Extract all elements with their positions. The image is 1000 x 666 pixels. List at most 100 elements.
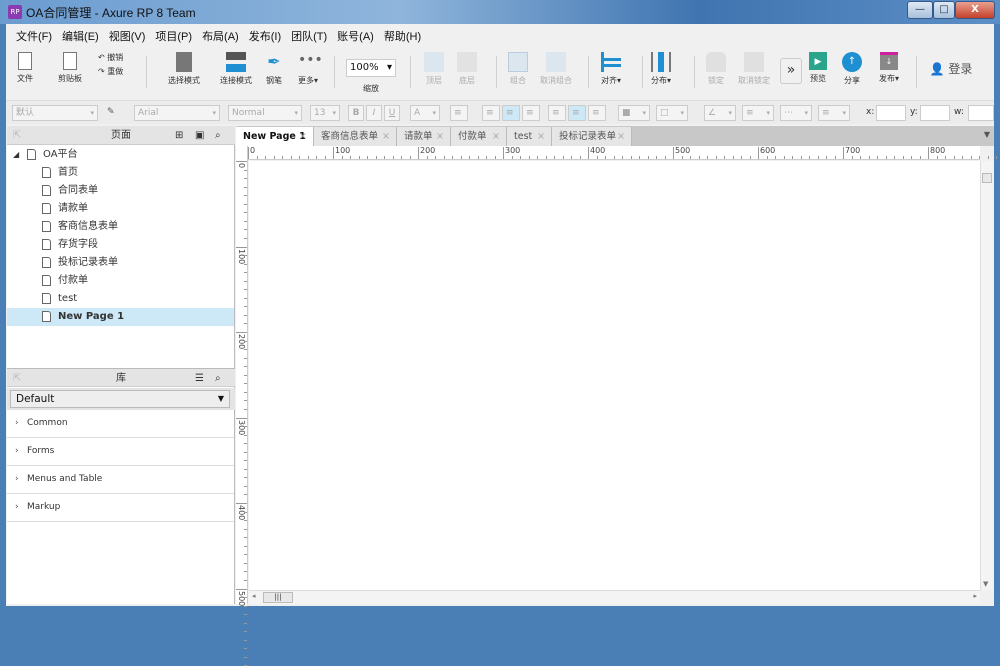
menu-arrange[interactable]: 布局(A) <box>197 25 244 45</box>
zoom-value[interactable]: 100% <box>350 62 379 73</box>
page-item[interactable]: 投标记录表单 <box>7 254 234 272</box>
menu-project[interactable]: 项目(P) <box>150 25 197 45</box>
align-center-button[interactable]: ≡ <box>502 105 520 121</box>
unlock-button[interactable]: 取消锁定 <box>734 46 774 96</box>
scroll-thumb[interactable] <box>982 173 992 183</box>
line-style-button[interactable]: ⋯ ▾ <box>780 105 812 121</box>
share-button[interactable]: ↑ 分享 <box>840 46 864 96</box>
group-button[interactable]: 组合 <box>504 46 532 96</box>
horizontal-scrollbar[interactable]: ◂ ||| ▸ <box>249 590 980 604</box>
redo-button[interactable]: ↷ 重做 <box>98 66 134 80</box>
more-button[interactable]: ••• 更多▾ <box>294 46 323 96</box>
scroll-down-icon[interactable]: ▼ <box>983 580 988 588</box>
page-item[interactable]: 付款单 <box>7 272 234 290</box>
expand-triangle-icon[interactable]: ◢ <box>13 146 19 164</box>
close-tab-icon[interactable]: × <box>299 127 307 146</box>
align-right-button[interactable]: ≡ <box>522 105 540 121</box>
line-color-button[interactable]: ∠ ▾ <box>704 105 736 121</box>
library-select[interactable]: Default ▼ <box>10 390 230 408</box>
align-left-button[interactable]: ≡ <box>482 105 500 121</box>
menu-team[interactable]: 团队(T) <box>286 25 332 45</box>
underline-button[interactable]: U <box>384 105 400 121</box>
font-size-select[interactable]: 13 ▾ <box>310 105 340 121</box>
vertical-scrollbar[interactable]: ▼ <box>980 161 993 590</box>
scroll-thumb[interactable]: ||| <box>263 592 293 603</box>
preview-button[interactable]: ▶ 预览 <box>806 46 830 96</box>
tab[interactable]: 投标记录表单 × <box>552 127 632 146</box>
tab[interactable]: test × <box>507 127 552 146</box>
tab[interactable]: New Page 1 × <box>236 127 314 146</box>
clipboard-button[interactable]: 剪贴板 <box>52 46 88 96</box>
x-input[interactable] <box>876 105 906 121</box>
design-canvas[interactable] <box>249 161 980 590</box>
page-item[interactable]: test <box>7 290 234 308</box>
close-tab-icon[interactable]: × <box>617 127 625 146</box>
style-editor-icon[interactable]: ✎ <box>104 105 122 121</box>
menu-file[interactable]: 文件(F) <box>11 25 57 45</box>
collapse-icon[interactable]: ⇱ <box>13 126 21 145</box>
line-width-button[interactable]: ≡ ▾ <box>742 105 774 121</box>
search-icon[interactable]: ⌕ <box>215 126 221 145</box>
publish-button[interactable]: ↓ 发布▾ <box>874 46 904 96</box>
zoom-control[interactable]: 100% ▾ 缩放 <box>346 46 396 96</box>
lock-button[interactable]: 锁定 <box>702 46 730 96</box>
align-middle-button[interactable]: ≡ <box>568 105 586 121</box>
maximize-button[interactable]: □ <box>933 1 955 19</box>
connect-mode-button[interactable]: 连接模式 <box>216 46 256 96</box>
library-group[interactable]: › Common <box>7 410 234 438</box>
close-tab-icon[interactable]: × <box>492 127 500 146</box>
menu-account[interactable]: 账号(A) <box>332 25 379 45</box>
align-bottom-button[interactable]: ≡ <box>588 105 606 121</box>
page-item[interactable]: 合同表单 <box>7 182 234 200</box>
tab[interactable]: 请款单 × <box>397 127 451 146</box>
bold-button[interactable]: B <box>348 105 364 121</box>
align-button[interactable]: 对齐▾ <box>596 46 626 96</box>
close-tab-icon[interactable]: × <box>382 127 390 146</box>
add-folder-icon[interactable]: ▣ <box>195 126 204 145</box>
minimize-button[interactable]: — <box>907 1 933 19</box>
page-item[interactable]: 请款单 <box>7 200 234 218</box>
menu-icon[interactable]: ☰ <box>195 369 204 388</box>
close-button[interactable]: X <box>955 1 995 19</box>
menu-publish[interactable]: 发布(I) <box>244 25 286 45</box>
file-button[interactable]: 文件 <box>10 46 40 96</box>
collapse-icon[interactable]: ⇱ <box>13 369 21 388</box>
menu-edit[interactable]: 编辑(E) <box>57 25 104 45</box>
shadow-button[interactable]: □ ▾ <box>656 105 688 121</box>
close-tab-icon[interactable]: × <box>537 127 545 146</box>
menu-help[interactable]: 帮助(H) <box>379 25 426 45</box>
pen-button[interactable]: ✒ 钢笔 <box>260 46 288 96</box>
search-icon[interactable]: ⌕ <box>215 369 221 388</box>
expand-toolbar-button[interactable]: » <box>780 58 802 84</box>
login-button[interactable]: 👤 登录 <box>924 46 978 96</box>
italic-button[interactable]: I <box>366 105 382 121</box>
y-input[interactable] <box>920 105 950 121</box>
undo-button[interactable]: ↶ 撤销 <box>98 52 134 66</box>
page-item[interactable]: New Page 1 <box>7 308 234 326</box>
distribute-button[interactable]: 分布▾ <box>646 46 676 96</box>
close-tab-icon[interactable]: × <box>436 127 444 146</box>
bullet-button[interactable]: ≡ <box>450 105 468 121</box>
tab-overflow-icon[interactable]: ▼ <box>984 130 990 139</box>
font-select[interactable]: Arial ▾ <box>134 105 220 121</box>
menu-view[interactable]: 视图(V) <box>104 25 151 45</box>
style-select[interactable]: 默认 ▾ <box>12 105 98 121</box>
font-color-button[interactable]: A ▾ <box>410 105 440 121</box>
ungroup-button[interactable]: 取消组合 <box>536 46 576 96</box>
tree-root[interactable]: ◢ OA平台 <box>7 146 234 164</box>
arrow-style-button[interactable]: ≡ ▾ <box>818 105 850 121</box>
library-group[interactable]: › Forms <box>7 438 234 466</box>
fill-color-button[interactable]: ■ ▾ <box>618 105 650 121</box>
bring-to-front-button[interactable]: 顶层 <box>420 46 448 96</box>
library-group[interactable]: › Menus and Table <box>7 466 234 494</box>
scroll-right-icon[interactable]: ▸ <box>973 592 977 600</box>
select-mode-button[interactable]: 选择模式 <box>156 46 212 96</box>
tab[interactable]: 客商信息表单 × <box>314 127 397 146</box>
page-item[interactable]: 首页 <box>7 164 234 182</box>
page-item[interactable]: 客商信息表单 <box>7 218 234 236</box>
library-group[interactable]: › Markup <box>7 494 234 522</box>
w-input[interactable] <box>968 105 994 121</box>
tab[interactable]: 付款单 × <box>451 127 507 146</box>
page-item[interactable]: 存货字段 <box>7 236 234 254</box>
send-to-back-button[interactable]: 底层 <box>453 46 481 96</box>
